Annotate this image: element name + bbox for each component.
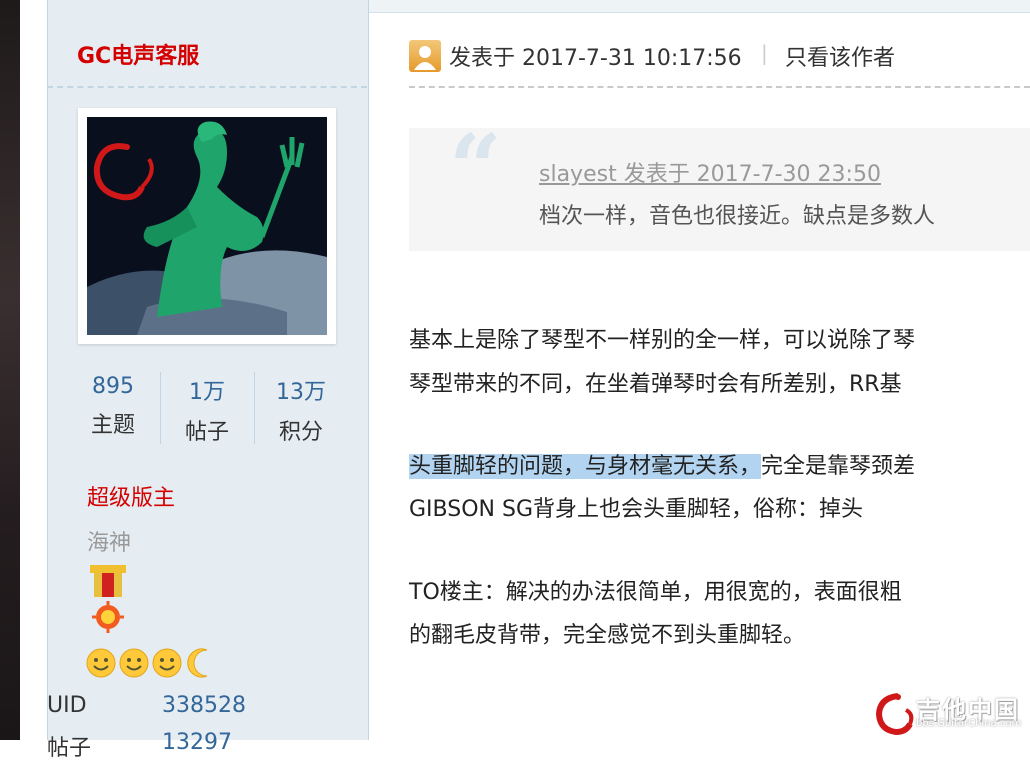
window-background-edge xyxy=(0,0,20,740)
sun-level-icon xyxy=(86,648,116,678)
avatar[interactable] xyxy=(78,108,336,344)
selected-text: 头重脚轻的问题，与身材毫无关系， xyxy=(409,454,762,479)
post-timestamp: 发表于 2017-7-31 10:17:56 xyxy=(449,46,742,71)
stat-threads[interactable]: 895 主题 xyxy=(67,370,159,439)
stat-posts-value: 1万 xyxy=(189,380,225,405)
uid-value-link[interactable]: 338528 xyxy=(162,693,246,718)
post-paragraph-line: 琴型带来的不同，在坐着弹琴时会有所差别，RR基 xyxy=(409,372,902,397)
post-paragraph-line: TO楼主：解决的办法很简单，用很宽的，表面很粗 xyxy=(409,580,902,605)
custom-title: 海神 xyxy=(87,531,132,556)
stat-posts-label: 帖子 xyxy=(184,420,229,445)
site-watermark: 吉他中国 bbs.GuitarChina.com xyxy=(876,690,1030,740)
post-paragraph-line: GIBSON SG背身上也会头重脚轻，俗称：掉头 xyxy=(409,497,863,522)
sidebar-divider xyxy=(47,86,367,88)
only-view-author-link[interactable]: 只看该作者 xyxy=(785,40,895,72)
post-paragraph-line: 基本上是除了琴型不一样别的全一样，可以说除了琴 xyxy=(409,328,916,353)
posts-value-link[interactable]: 13297 xyxy=(162,730,232,755)
quote-mark-icon: “ xyxy=(449,114,502,222)
stat-posts[interactable]: 1万 帖子 xyxy=(161,370,253,446)
post-top-bar-right xyxy=(369,0,1030,13)
author-stats: 895 主题 1万 帖子 13万 积分 xyxy=(67,370,347,450)
post-header-separator: | xyxy=(761,41,768,65)
quote-text: 档次一样，音色也很接近。缺点是多数人 xyxy=(539,204,936,229)
quote-block: “ slayest 发表于 2017-7-30 23:50 档次一样，音色也很接… xyxy=(409,122,1030,251)
moon-level-icon xyxy=(187,648,208,678)
stat-threads-label: 主题 xyxy=(90,413,135,438)
stat-credits-label: 积分 xyxy=(278,420,323,445)
medal-icon[interactable] xyxy=(86,565,130,637)
watermark-url: bbs.GuitarChina.com xyxy=(916,718,1022,729)
sun-level-icon xyxy=(152,648,182,678)
user-level-icons xyxy=(86,648,208,678)
post-paragraph-line: 头重脚轻的问题，与身材毫无关系，完全是靠琴颈差 xyxy=(409,448,915,480)
online-user-icon xyxy=(409,40,441,72)
post-header-divider xyxy=(409,86,1030,88)
quote-author-link[interactable]: slayest 发表于 2017-7-30 23:50 xyxy=(539,156,881,188)
stat-threads-value: 895 xyxy=(92,374,134,399)
sun-level-icon xyxy=(119,648,149,678)
avatar-image xyxy=(87,117,327,335)
page-margin xyxy=(20,0,47,740)
post-text: 完全是靠琴颈差 xyxy=(761,454,916,479)
posts-label: 帖子 xyxy=(47,736,92,761)
watermark-logo-icon xyxy=(876,693,914,736)
rank-title-link[interactable]: 超级版主 xyxy=(87,480,175,512)
author-name-link[interactable]: GC电声客服 xyxy=(77,38,199,70)
stat-credits-value: 13万 xyxy=(276,380,326,405)
uid-label: UID xyxy=(47,693,87,718)
post-paragraph-line: 的翻毛皮背带，完全感觉不到头重脚轻。 xyxy=(409,623,806,648)
stat-credits[interactable]: 13万 积分 xyxy=(255,370,347,446)
